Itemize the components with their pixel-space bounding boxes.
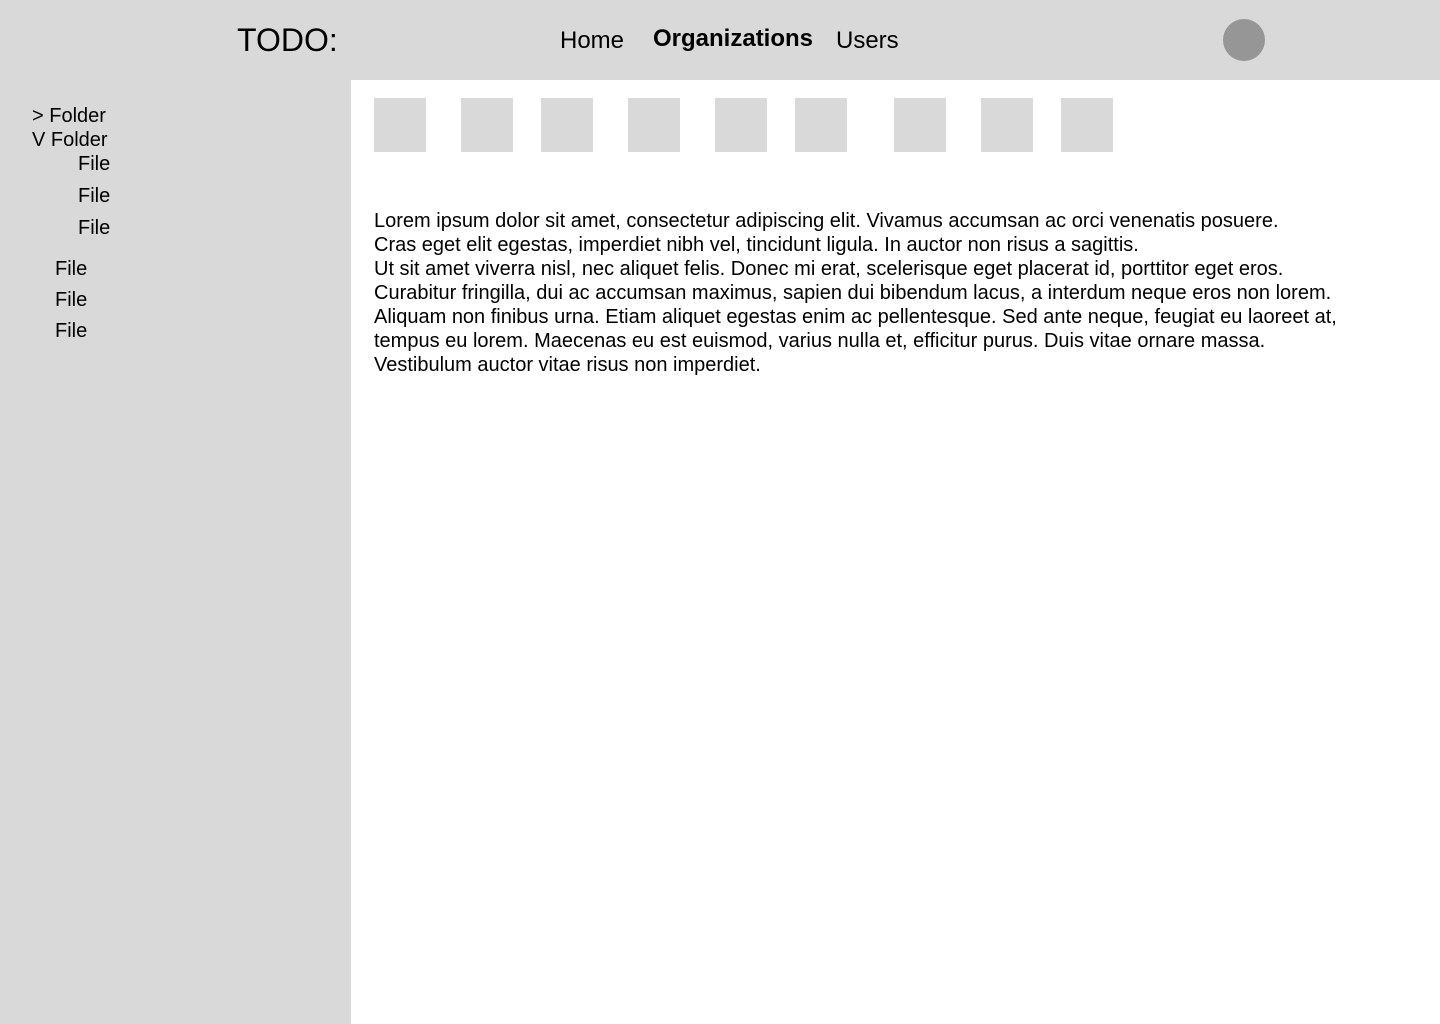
sidebar-file-tree: > Folder V Folder File File File File Fi… xyxy=(0,80,351,1024)
tree-file-item[interactable]: File xyxy=(78,184,110,208)
nav-organizations-link[interactable]: Organizations xyxy=(653,24,813,54)
toolbar-button-3[interactable] xyxy=(541,98,593,152)
tree-folder-collapsed[interactable]: > Folder xyxy=(32,104,106,128)
document-text: Lorem ipsum dolor sit amet, consectetur … xyxy=(374,209,1424,377)
tree-file-item[interactable]: File xyxy=(78,152,110,176)
top-bar: TODO: Home Organizations Users xyxy=(0,0,1440,80)
main-content: Lorem ipsum dolor sit amet, consectetur … xyxy=(351,80,1440,1024)
toolbar-button-9[interactable] xyxy=(1061,98,1113,152)
nav-users-link[interactable]: Users xyxy=(836,26,899,56)
toolbar-button-7[interactable] xyxy=(894,98,946,152)
toolbar-button-1[interactable] xyxy=(374,98,426,152)
tree-folder-expanded[interactable]: V Folder xyxy=(32,128,108,152)
text-line: Cras eget elit egestas, imperdiet nibh v… xyxy=(374,234,1139,256)
user-avatar[interactable] xyxy=(1223,19,1265,61)
text-line: Lorem ipsum dolor sit amet, consectetur … xyxy=(374,210,1279,232)
tree-file-item[interactable]: File xyxy=(55,288,87,312)
tree-file-item[interactable]: File xyxy=(78,216,110,240)
text-line: Vestibulum auctor vitae risus non imperd… xyxy=(374,354,761,376)
toolbar-button-6[interactable] xyxy=(795,98,847,152)
toolbar-button-2[interactable] xyxy=(461,98,513,152)
text-line: Aliquam non finibus urna. Etiam aliquet … xyxy=(374,306,1337,328)
text-line: tempus eu lorem. Maecenas eu est euismod… xyxy=(374,330,1266,352)
app-title: TODO: xyxy=(237,22,338,58)
tree-file-item[interactable]: File xyxy=(55,319,87,343)
toolbar-button-4[interactable] xyxy=(628,98,680,152)
toolbar-button-8[interactable] xyxy=(981,98,1033,152)
text-line: Ut sit amet viverra nisl, nec aliquet fe… xyxy=(374,258,1284,280)
toolbar-button-5[interactable] xyxy=(715,98,767,152)
nav-home-link[interactable]: Home xyxy=(560,26,624,56)
text-line: Curabitur fringilla, dui ac accumsan max… xyxy=(374,282,1332,304)
tree-file-item[interactable]: File xyxy=(55,257,87,281)
